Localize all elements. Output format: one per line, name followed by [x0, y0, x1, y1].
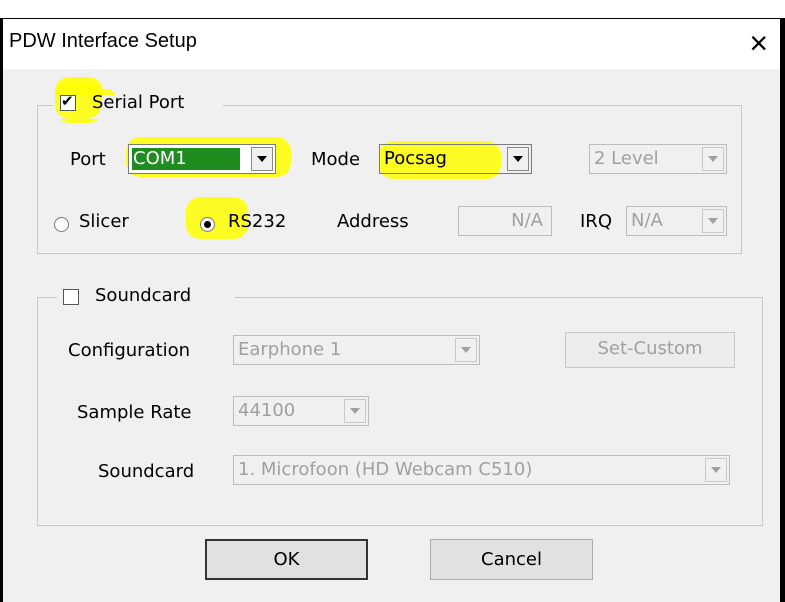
irq-value: N/A — [631, 210, 663, 231]
mode-label: Mode — [311, 149, 361, 170]
level-select: 2 Level — [589, 144, 727, 174]
ok-button[interactable]: OK — [205, 539, 368, 580]
level-dropdown-button — [702, 147, 724, 171]
chevron-down-icon — [350, 408, 360, 414]
slicer-radio[interactable] — [54, 217, 69, 232]
chevron-down-icon — [461, 347, 471, 353]
ok-label: OK — [273, 549, 300, 570]
sample-rate-select: 44100 — [233, 396, 369, 426]
slicer-label: Slicer — [79, 211, 129, 232]
soundcard-group-label: Soundcard — [95, 285, 192, 306]
close-icon[interactable]: × — [749, 23, 768, 63]
configuration-value: Earphone 1 — [238, 339, 342, 360]
soundcard-device-dropdown-button — [705, 458, 727, 482]
check-icon: ✔ — [61, 92, 74, 110]
pdw-interface-setup-dialog: PDW Interface Setup × ✔ Serial Port Port… — [3, 19, 780, 602]
soundcard-device-select: 1. Microfoon (HD Webcam C510) — [233, 455, 730, 485]
cancel-label: Cancel — [481, 549, 542, 570]
chevron-down-icon — [708, 218, 718, 224]
cancel-button[interactable]: Cancel — [430, 539, 593, 580]
title-bar: PDW Interface Setup × — [3, 19, 780, 69]
rs232-radio[interactable] — [200, 217, 215, 232]
port-label: Port — [70, 149, 106, 170]
chevron-down-icon — [513, 156, 523, 162]
mode-select[interactable]: Pocsag — [379, 144, 532, 174]
irq-label: IRQ — [580, 211, 612, 232]
chevron-down-icon — [711, 467, 721, 473]
irq-select: N/A — [626, 206, 727, 236]
chevron-down-icon — [708, 156, 718, 162]
soundcard-device-value: 1. Microfoon (HD Webcam C510) — [238, 459, 533, 480]
configuration-dropdown-button — [455, 338, 477, 362]
irq-dropdown-button — [702, 209, 724, 233]
port-dropdown-button[interactable] — [251, 147, 273, 171]
background-text-strip — [0, 0, 785, 18]
soundcard-device-label: Soundcard — [98, 461, 195, 482]
serial-port-label: Serial Port — [92, 92, 185, 113]
soundcard-checkbox[interactable] — [63, 289, 79, 305]
address-field: N/A — [458, 206, 552, 236]
configuration-label: Configuration — [68, 340, 191, 361]
port-value: COM1 — [133, 148, 187, 169]
radio-selected-dot — [204, 221, 211, 228]
address-label: Address — [337, 211, 409, 232]
set-custom-button: Set-Custom — [565, 332, 735, 368]
mode-dropdown-button[interactable] — [507, 147, 529, 171]
window-title: PDW Interface Setup — [9, 30, 197, 52]
configuration-select: Earphone 1 — [233, 335, 480, 365]
port-select[interactable]: COM1 — [128, 144, 276, 174]
set-custom-label: Set-Custom — [597, 338, 703, 359]
address-value: N/A — [511, 210, 543, 231]
sample-rate-value: 44100 — [238, 400, 296, 421]
rs232-label: RS232 — [228, 211, 287, 232]
serial-port-checkbox[interactable]: ✔ — [60, 92, 76, 111]
sample-rate-dropdown-button — [344, 399, 366, 423]
sample-rate-label: Sample Rate — [77, 402, 192, 423]
chevron-down-icon — [257, 156, 267, 162]
mode-value: Pocsag — [384, 148, 447, 169]
level-value: 2 Level — [594, 148, 659, 169]
